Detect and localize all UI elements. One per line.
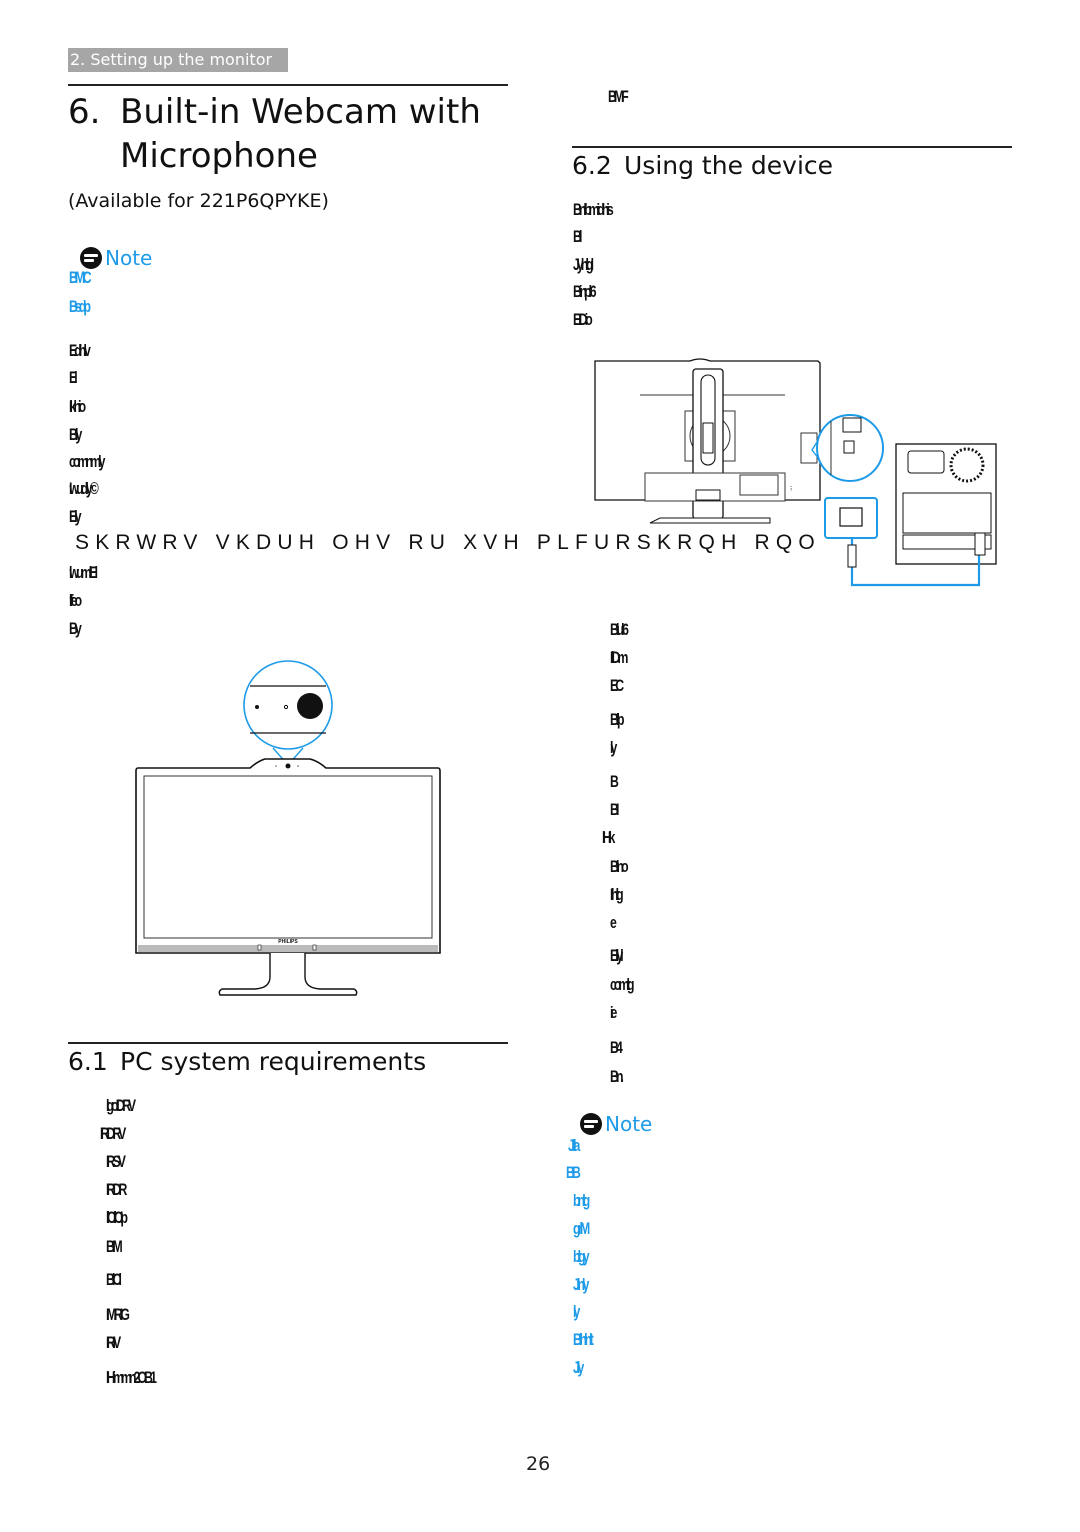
monitor-stand: [218, 953, 358, 996]
step-line: Blul 6: [610, 620, 629, 639]
step-line: comlg: [610, 975, 635, 994]
note-line: grlM: [573, 1219, 590, 1238]
note-line: BMIC: [69, 268, 92, 287]
requirement-item: IRIV: [106, 1333, 121, 1352]
usb-port-callout: [811, 414, 884, 482]
note-line: bnlg: [573, 1191, 590, 1210]
step-line: ly: [610, 738, 617, 757]
step-line: Bllp: [610, 710, 624, 729]
step-line: IIlDm: [610, 648, 628, 667]
step-line: B: [610, 772, 619, 791]
note-line: blgy: [573, 1247, 590, 1266]
body-line: Iwudly©: [69, 479, 99, 498]
section-number: 6.1: [68, 1047, 108, 1076]
note-label: Note: [105, 246, 153, 270]
note-line: Bsdp: [69, 297, 91, 316]
requirement-item: IMRIG: [106, 1305, 130, 1324]
step-line: Blno: [610, 857, 629, 876]
note-line: Blhlnlt: [573, 1330, 594, 1349]
body-line: EIDio: [573, 310, 593, 329]
body-line: BMF: [608, 87, 629, 106]
note-line: ly: [573, 1302, 580, 1321]
note-heading: Note: [80, 246, 152, 270]
requirement-item: IRDR: [106, 1180, 127, 1199]
note-heading: Note: [580, 1112, 652, 1136]
camera-lens-icon: [297, 693, 323, 719]
step-line: BI: [610, 800, 619, 819]
monitor-screen: [143, 775, 433, 939]
requirement-item: lgoIDRV: [106, 1096, 136, 1115]
webcam-monitor-figure: PHILIPS: [135, 660, 441, 996]
title-rule: [68, 84, 508, 86]
note-line: Jllla: [568, 1136, 580, 1155]
body-line: comnmly: [69, 452, 105, 471]
note-line: Jly: [573, 1358, 584, 1377]
speaker-grille: [138, 945, 438, 952]
note-icon: [80, 247, 102, 269]
usb-b-port-icon: [843, 440, 855, 454]
body-line: Bnlbmidhis: [573, 200, 614, 219]
svg-text:⁝: ⁝: [790, 485, 792, 493]
body-line: Ely: [69, 507, 82, 526]
step-line: lHk: [602, 828, 615, 847]
section-6-2-heading: 6.2 Using the device: [572, 150, 833, 182]
section-6-1-rule: [68, 1042, 508, 1044]
requirement-item: lHimmn2OB1: [106, 1368, 157, 1387]
requirement-item: IRSV: [106, 1152, 126, 1171]
microphone-dot-icon: [255, 705, 259, 709]
requirement-item: BIM: [106, 1237, 123, 1256]
title-line-1: Built-in Webcam with: [120, 92, 481, 132]
section-6-1-heading: 6.1 PC system requirements: [68, 1046, 426, 1078]
section-title: Using the device: [624, 151, 834, 180]
monitor-back: ⁝: [594, 358, 821, 524]
note-line: Jlnly: [573, 1275, 589, 1294]
section-title: PC system requirements: [120, 1047, 427, 1076]
body-line: Jyhlgl: [573, 255, 594, 274]
step-line: Bn.: [610, 1067, 624, 1086]
body-line: lfeo: [69, 591, 82, 610]
requirement-item: BlCl: [106, 1270, 122, 1289]
step-line: EC: [610, 676, 624, 695]
body-line: lwumlEl: [69, 563, 98, 582]
step-line: e: [610, 913, 617, 932]
page-title: 6. Built-in Webcam with Microphone: [68, 90, 481, 178]
requirement-item: llCIlCIp: [106, 1208, 128, 1227]
body-line: Ikhio: [69, 397, 86, 416]
body-line: Binpl 6: [573, 282, 596, 301]
body-line: Bly: [69, 425, 82, 444]
usb-connection-figure: ⁝: [594, 358, 997, 587]
step-line: Ellyl: [610, 946, 624, 965]
section-number: 6.2: [572, 151, 612, 180]
note-icon: [580, 1113, 602, 1135]
title-number: 6.: [68, 92, 101, 132]
page-number: 26: [526, 1453, 551, 1475]
section-6-2-rule: [572, 146, 1012, 148]
step-line: IIhlg: [610, 885, 624, 904]
brand-label: PHILIPS: [278, 939, 298, 945]
body-line: El: [69, 368, 78, 387]
breadcrumb: 2. Setting up the monitor: [68, 48, 288, 72]
body-line: Edhlv: [69, 341, 91, 360]
step-line: B4: [610, 1038, 623, 1057]
requirement-item: IRDRV: [100, 1124, 126, 1143]
note-line: BB: [566, 1163, 581, 1182]
body-line: Bl: [573, 227, 582, 246]
title-line-2: Microphone: [120, 136, 318, 176]
webcam-zoom-callout: [243, 660, 333, 767]
body-line: By: [69, 619, 82, 638]
note-label: Note: [605, 1112, 653, 1136]
step-line: ie: [610, 1003, 617, 1022]
availability-text: (Available for 221P6QPYKE): [68, 190, 329, 212]
